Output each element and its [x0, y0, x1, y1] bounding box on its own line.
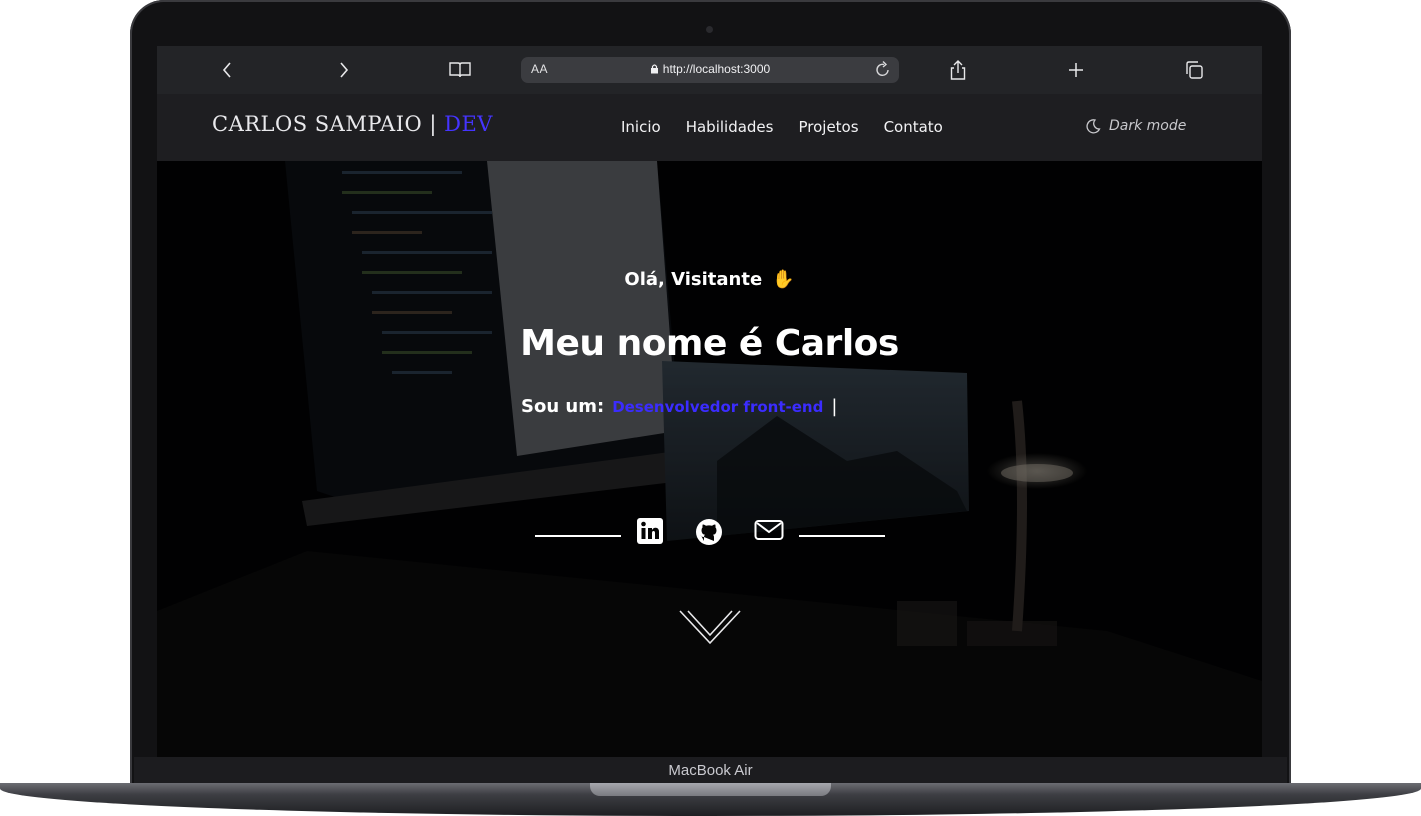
chevron-right-icon: [340, 62, 349, 78]
hero-greeting: Olá, Visitante ✋: [157, 269, 1262, 290]
greeting-text: Olá, Visitante: [624, 269, 763, 290]
double-chevron-down-icon: [679, 610, 741, 645]
reload-button[interactable]: [875, 60, 891, 82]
email-link[interactable]: [754, 518, 784, 546]
dark-mode-label: Dark mode: [1109, 118, 1187, 134]
nav-menu: Inicio Habilidades Projetos Contato: [621, 118, 943, 136]
brand-logo[interactable]: CARLOS SAMPAIO | DEV: [212, 112, 493, 136]
github-link[interactable]: [695, 518, 723, 550]
divider-left: [535, 535, 621, 537]
wave-emoji: ✋: [772, 269, 795, 290]
share-button[interactable]: [947, 56, 969, 84]
brand-name: CARLOS SAMPAIO |: [212, 112, 445, 136]
mail-icon: [754, 520, 784, 540]
hero-headline: Meu nome é Carlos: [520, 323, 899, 364]
forward-button[interactable]: [332, 56, 356, 84]
hero-section: Olá, Visitante ✋ Meu nome é Carlos Sou um…: [157, 161, 1262, 757]
url-field[interactable]: http://localhost:3000: [521, 62, 899, 76]
moon-icon: [1086, 119, 1101, 134]
plus-icon: [1069, 63, 1083, 77]
linkedin-icon: [637, 518, 663, 544]
book-icon: [449, 62, 471, 78]
typing-cursor: |: [831, 396, 838, 417]
hero-role: Sou um: Desenvolvedor front-end |: [521, 396, 837, 417]
divider-right: [799, 535, 885, 537]
lock-icon: [650, 64, 658, 74]
url-text: http://localhost:3000: [662, 62, 771, 76]
screen: AA http://localhost:3000 CARLOS SAMPAIO …: [157, 46, 1262, 757]
nav-item-contato[interactable]: Contato: [884, 118, 943, 136]
camera: [706, 26, 713, 33]
address-bar[interactable]: AA http://localhost:3000: [521, 57, 899, 83]
dark-mode-toggle[interactable]: Dark mode: [1085, 118, 1186, 134]
nav-item-projetos[interactable]: Projetos: [798, 118, 858, 136]
site-navbar: CARLOS SAMPAIO | DEV Inicio Habilidades …: [157, 94, 1262, 161]
chevron-left-icon: [222, 62, 231, 78]
bookmarks-button[interactable]: [446, 56, 474, 84]
nav-item-habilidades[interactable]: Habilidades: [686, 118, 774, 136]
tabs-icon: [1186, 61, 1203, 79]
browser-toolbar: AA http://localhost:3000: [157, 46, 1262, 94]
linkedin-link[interactable]: [637, 518, 663, 548]
github-icon: [696, 519, 722, 545]
brand-accent: DEV: [444, 112, 493, 136]
role-prefix: Sou um:: [521, 396, 605, 417]
back-button[interactable]: [215, 56, 239, 84]
nav-item-inicio[interactable]: Inicio: [621, 118, 661, 136]
share-icon: [950, 60, 966, 80]
role-typing-text: Desenvolvedor front-end: [612, 398, 824, 416]
scroll-down-button[interactable]: [678, 609, 742, 649]
social-links: [535, 514, 885, 554]
new-tab-button[interactable]: [1065, 56, 1087, 84]
reload-icon: [876, 61, 889, 76]
device-label: MacBook Air: [668, 762, 753, 779]
tabs-overview-button[interactable]: [1182, 56, 1206, 84]
laptop-hinge-notch: [590, 783, 831, 796]
hero-content: Olá, Visitante ✋ Meu nome é Carlos Sou um…: [157, 161, 1262, 757]
